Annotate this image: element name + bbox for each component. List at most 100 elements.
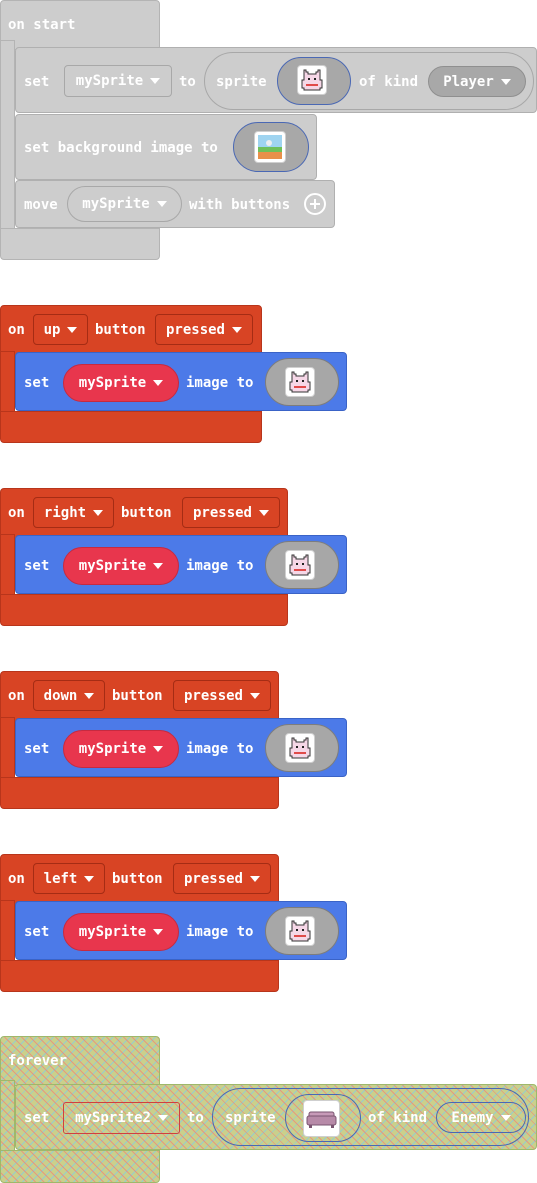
on-start-arm	[0, 40, 15, 240]
of-kind-keyword: of kind	[368, 1110, 428, 1126]
set-keyword: set	[24, 558, 50, 574]
move-keyword: move	[24, 197, 58, 213]
variable-name: mySprite	[75, 73, 144, 89]
of-kind-keyword: of kind	[359, 74, 419, 90]
set-keyword: set	[24, 74, 50, 90]
button-name: right	[43, 504, 87, 521]
set-background-label: set background image to	[24, 140, 218, 156]
button-keyword: button	[112, 688, 163, 704]
cat-sprite-icon[interactable]	[285, 916, 315, 946]
on-start-label: on start	[8, 17, 76, 33]
event-arm	[0, 351, 15, 415]
dropdown-arrow-icon	[500, 1114, 511, 1121]
on-keyword: on	[8, 322, 25, 338]
event-type-dropdown[interactable]: pressed	[182, 497, 280, 528]
variable-name: mySprite	[78, 375, 147, 391]
on-keyword: on	[8, 505, 25, 521]
forever-arm	[0, 1080, 15, 1160]
variable-dropdown[interactable]: mySprite2	[63, 1102, 180, 1134]
variable-name: mySprite2	[75, 1110, 151, 1126]
event-arm	[0, 534, 15, 598]
dropdown-arrow-icon	[150, 78, 161, 84]
image-to-label: image to	[186, 741, 254, 757]
variable-name: mySprite	[78, 924, 147, 940]
dropdown-arrow-icon	[157, 1115, 168, 1121]
event-arm	[0, 900, 15, 964]
variable-dropdown[interactable]: mySprite	[64, 65, 172, 97]
cat-sprite-icon[interactable]	[297, 65, 327, 95]
event-type: pressed	[165, 321, 225, 338]
add-icon[interactable]	[304, 193, 326, 215]
variable-dropdown[interactable]: mySprite	[63, 364, 179, 402]
dropdown-arrow-icon	[67, 326, 78, 333]
event-type-dropdown[interactable]: pressed	[173, 863, 271, 894]
dropdown-arrow-icon	[84, 875, 95, 882]
event-foot	[0, 594, 288, 626]
sprite-keyword: sprite	[216, 74, 267, 90]
variable-name: mySprite	[78, 741, 147, 757]
variable-dropdown[interactable]: mySprite	[63, 547, 179, 585]
image-to-label: image to	[186, 924, 254, 940]
button-name: left	[43, 870, 78, 887]
event-type: pressed	[183, 687, 243, 704]
cat-sprite-icon[interactable]	[285, 367, 315, 397]
set-keyword: set	[24, 1110, 50, 1126]
button-name: up	[43, 321, 61, 338]
forever-foot	[0, 1150, 160, 1183]
event-foot	[0, 411, 262, 443]
forever-label: forever	[8, 1053, 68, 1069]
dropdown-arrow-icon	[153, 746, 164, 752]
event-foot	[0, 777, 279, 809]
cat-sprite-icon[interactable]	[285, 733, 315, 763]
cat-sprite-icon[interactable]	[285, 550, 315, 580]
dropdown-arrow-icon	[153, 929, 164, 935]
event-foot	[0, 960, 279, 992]
variable-name: mySprite	[82, 196, 150, 212]
button-name: down	[43, 687, 78, 704]
variable-name: mySprite	[78, 558, 147, 574]
on-keyword: on	[8, 871, 25, 887]
kind-value: Player	[443, 73, 494, 90]
event-type-dropdown[interactable]: pressed	[155, 314, 253, 345]
button-dropdown[interactable]: up	[33, 314, 88, 345]
dropdown-arrow-icon	[232, 326, 242, 333]
set-keyword: set	[24, 375, 50, 391]
button-keyword: button	[95, 322, 146, 338]
to-keyword: to	[179, 74, 196, 90]
image-to-label: image to	[186, 558, 254, 574]
dropdown-arrow-icon	[250, 692, 260, 699]
event-type: pressed	[192, 504, 252, 521]
kind-dropdown[interactable]: Enemy	[436, 1102, 526, 1133]
dropdown-arrow-icon	[156, 201, 167, 207]
on-start-foot	[0, 228, 160, 260]
button-keyword: button	[121, 505, 172, 521]
dropdown-arrow-icon	[500, 78, 511, 85]
event-type: pressed	[183, 870, 243, 887]
event-type-dropdown[interactable]: pressed	[173, 680, 271, 711]
kind-value: Enemy	[451, 1109, 494, 1126]
variable-dropdown[interactable]: mySprite	[67, 186, 182, 222]
dropdown-arrow-icon	[250, 875, 260, 882]
set-keyword: set	[24, 924, 50, 940]
to-keyword: to	[187, 1110, 204, 1126]
button-dropdown[interactable]: down	[33, 680, 105, 711]
button-keyword: button	[112, 871, 163, 887]
with-buttons-label: with buttons	[189, 197, 291, 213]
dropdown-arrow-icon	[93, 509, 104, 516]
button-dropdown[interactable]: left	[33, 863, 105, 894]
background-image-icon[interactable]	[254, 131, 286, 163]
sprite-keyword: sprite	[225, 1110, 276, 1126]
dropdown-arrow-icon	[84, 692, 95, 699]
couch-sprite-icon[interactable]	[303, 1100, 340, 1137]
set-keyword: set	[24, 741, 50, 757]
variable-dropdown[interactable]: mySprite	[63, 730, 179, 768]
dropdown-arrow-icon	[153, 380, 164, 386]
image-to-label: image to	[186, 375, 254, 391]
button-dropdown[interactable]: right	[33, 497, 114, 528]
on-keyword: on	[8, 688, 25, 704]
dropdown-arrow-icon	[259, 509, 269, 516]
kind-dropdown[interactable]: Player	[428, 66, 526, 97]
event-arm	[0, 717, 15, 781]
variable-dropdown[interactable]: mySprite	[63, 913, 179, 951]
dropdown-arrow-icon	[153, 563, 164, 569]
